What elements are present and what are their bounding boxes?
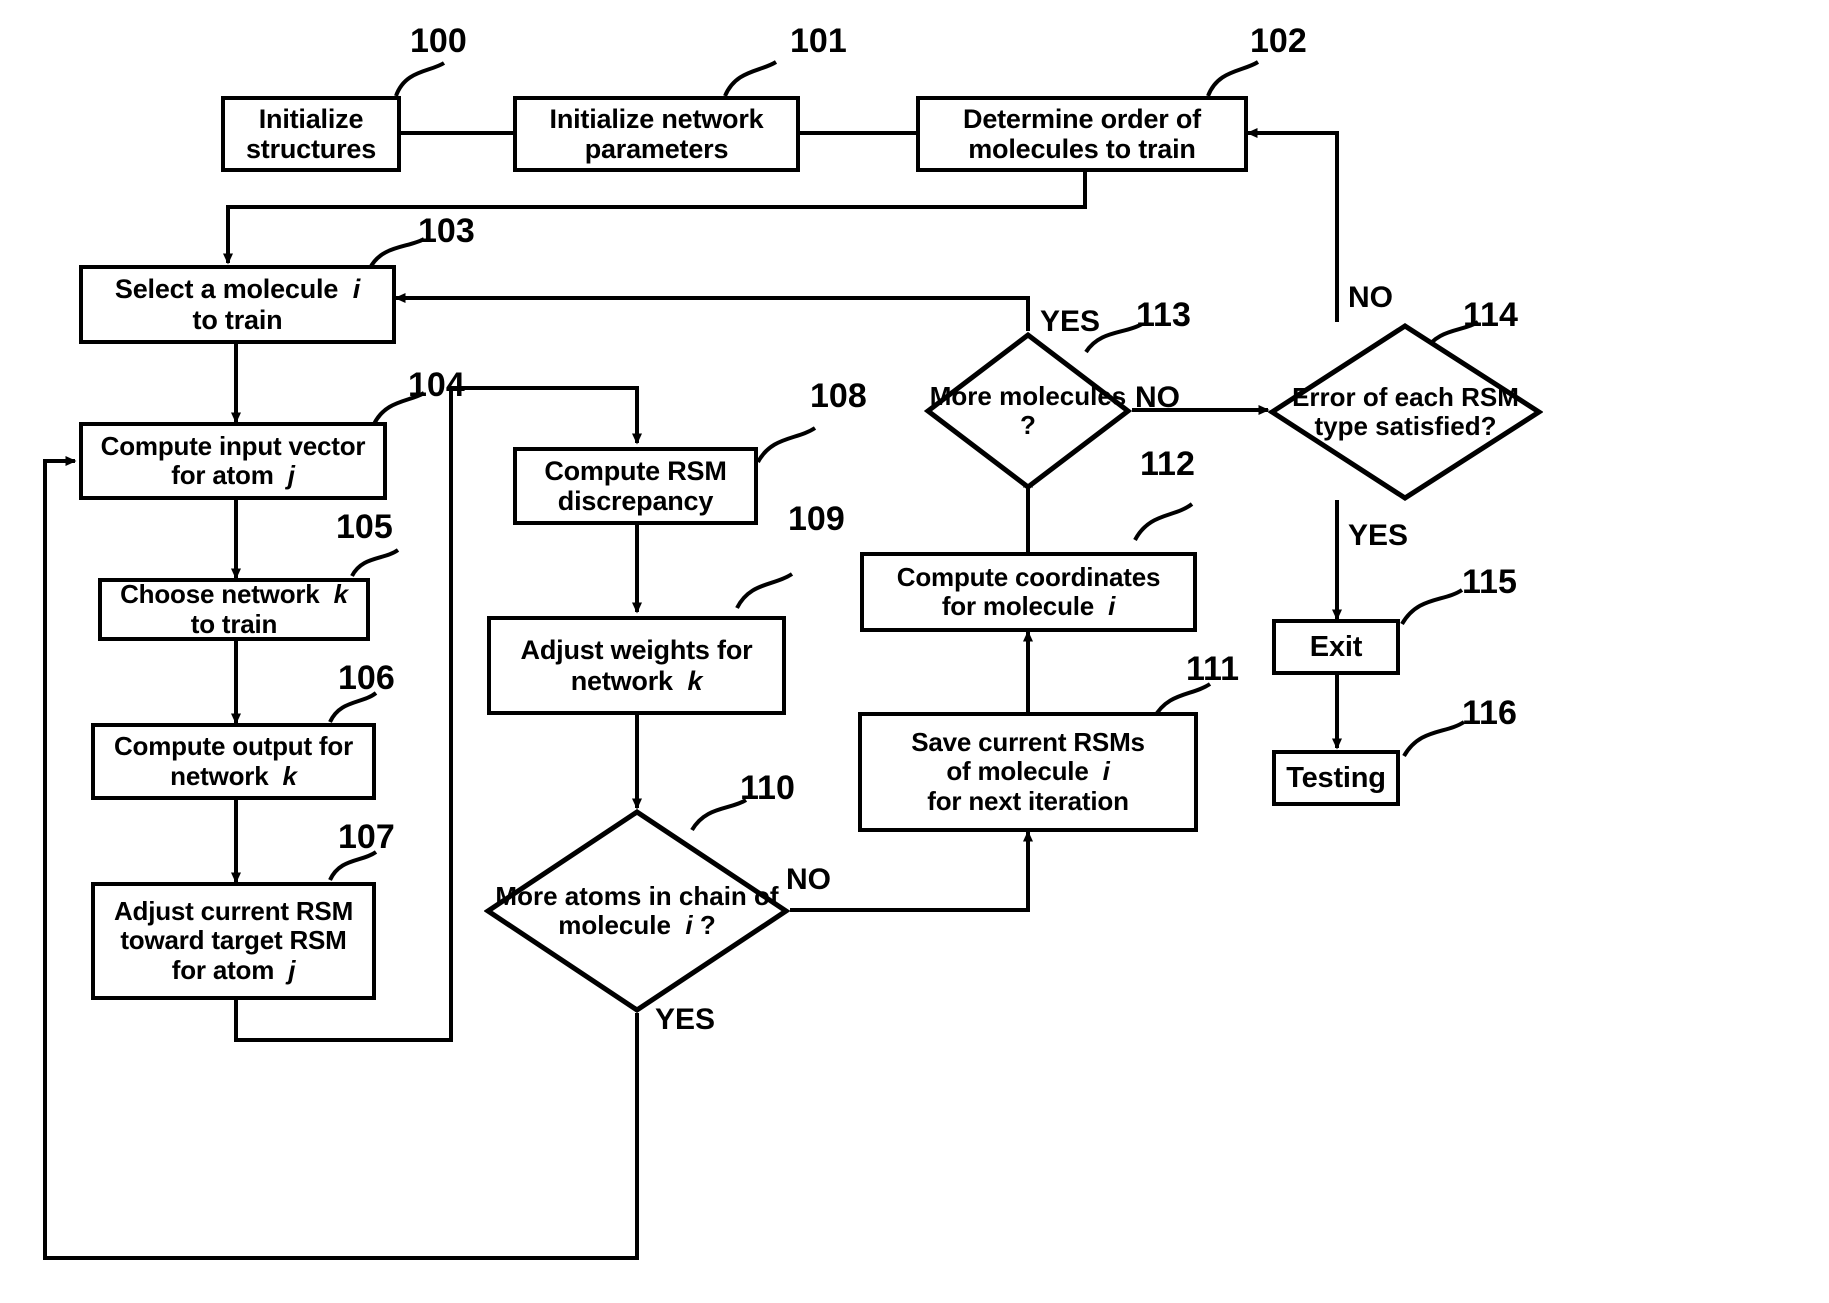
node-113-line-1: More [929, 380, 992, 411]
decision-error-of-each-rsm-type[interactable]: Error of each RSM type satisfied? [1268, 322, 1543, 502]
node-104-line-2: for atom j [171, 460, 295, 490]
node-initialize-structures[interactable]: Initialize structures [221, 96, 401, 172]
ref-number-109: 109 [788, 500, 845, 538]
edge-label-110-no: NO [786, 863, 831, 896]
node-compute-output-for-network[interactable]: Compute output for network k [91, 723, 376, 800]
node-save-current-rsms[interactable]: Save current RSMs of molecule i for next… [858, 712, 1198, 832]
node-exit[interactable]: Exit [1272, 619, 1400, 675]
decision-more-atoms-in-chain[interactable]: More atoms in chain of molecule i ? [484, 808, 790, 1014]
node-adjust-current-rsm[interactable]: Adjust current RSM toward target RSM for… [91, 882, 376, 1000]
decision-more-molecules[interactable]: More molecules ? [924, 331, 1132, 491]
ref-number-103: 103 [418, 212, 475, 250]
node-113-line-2: molecules [999, 380, 1127, 411]
flowchart-canvas: Initialize structures Initialize network… [0, 0, 1829, 1303]
node-112-line-2: for molecule i [941, 591, 1116, 621]
node-111-line-3: for next iteration [927, 785, 1129, 816]
node-testing[interactable]: Testing [1272, 750, 1400, 806]
ref-number-111: 111 [1186, 650, 1239, 688]
node-104-line-1: Compute input vector [100, 430, 366, 461]
node-select-a-molecule[interactable]: Select a molecule i to train [79, 265, 396, 344]
ref-number-108: 108 [810, 377, 867, 415]
node-101-line-1: Initialize network [549, 103, 764, 134]
node-compute-input-vector[interactable]: Compute input vector for atom j [79, 422, 387, 500]
node-114-line-1: Error of [1292, 381, 1388, 412]
node-114-line-3: satisfied? [1375, 411, 1497, 441]
node-116-label: Testing [1286, 761, 1386, 794]
node-compute-coordinates[interactable]: Compute coordinates for molecule i [860, 552, 1197, 632]
node-110-line-2: in chain of [648, 880, 779, 911]
node-103-line-2: to train [192, 304, 283, 335]
node-initialize-network-parameters[interactable]: Initialize network parameters [513, 96, 800, 172]
node-111-line-2: of molecule i [946, 756, 1110, 787]
ref-number-110: 110 [740, 769, 795, 807]
ref-number-104: 104 [408, 366, 465, 404]
ref-number-107: 107 [338, 818, 395, 856]
node-105-line-2: to train [190, 608, 278, 639]
node-determine-order-of-molecules[interactable]: Determine order of molecules to train [916, 96, 1248, 172]
edge-label-114-yes: YES [1348, 519, 1409, 552]
ref-number-112: 112 [1140, 445, 1195, 483]
edge-label-113-no: NO [1135, 381, 1180, 414]
node-113-line-3: ? [1020, 410, 1036, 440]
node-110-line-3: molecule i [558, 910, 693, 940]
node-108-line-1: Compute RSM [544, 455, 727, 486]
node-110-line-1: More atoms [495, 880, 642, 911]
ref-number-105: 105 [336, 508, 393, 546]
node-103-line-1: Select a molecule i [114, 274, 361, 305]
ref-number-115: 115 [1462, 563, 1517, 601]
node-105-line-1: Choose network k [120, 579, 348, 610]
node-102-line-2: molecules to train [968, 134, 1196, 164]
node-106-line-2: network k [170, 760, 297, 791]
ref-number-102: 102 [1250, 22, 1307, 60]
node-100-line-2: structures [245, 134, 377, 164]
ref-number-101: 101 [790, 22, 847, 60]
ref-number-106: 106 [338, 659, 395, 697]
node-102-line-1: Determine order of [963, 103, 1201, 134]
node-110-line-4: ? [699, 910, 716, 940]
ref-number-116: 116 [1462, 694, 1517, 732]
node-108-line-2: discrepancy [557, 486, 714, 516]
connector-layer [43, 60, 1480, 1260]
node-adjust-weights-for-network[interactable]: Adjust weights for network k [487, 616, 786, 715]
node-101-line-2: parameters [584, 134, 729, 164]
edge-label-114-no: NO [1348, 281, 1393, 314]
node-112-line-1: Compute coordinates [896, 561, 1161, 592]
node-115-label: Exit [1309, 630, 1363, 663]
node-109-line-1: Adjust weights for [520, 635, 753, 666]
node-109-line-2: network k [570, 665, 703, 696]
node-choose-network-to-train[interactable]: Choose network k to train [98, 578, 370, 641]
node-compute-rsm-discrepancy[interactable]: Compute RSM discrepancy [513, 447, 758, 525]
ref-number-113: 113 [1136, 296, 1191, 334]
node-107-line-1: Adjust current RSM [113, 896, 354, 927]
node-100-line-1: Initialize [258, 103, 364, 134]
ref-number-100: 100 [410, 22, 467, 60]
node-111-line-1: Save current RSMs [911, 727, 1145, 758]
node-107-line-2: toward target RSM [120, 925, 347, 956]
node-107-line-3: for atom j [171, 954, 296, 985]
node-106-line-1: Compute output for [113, 731, 353, 762]
